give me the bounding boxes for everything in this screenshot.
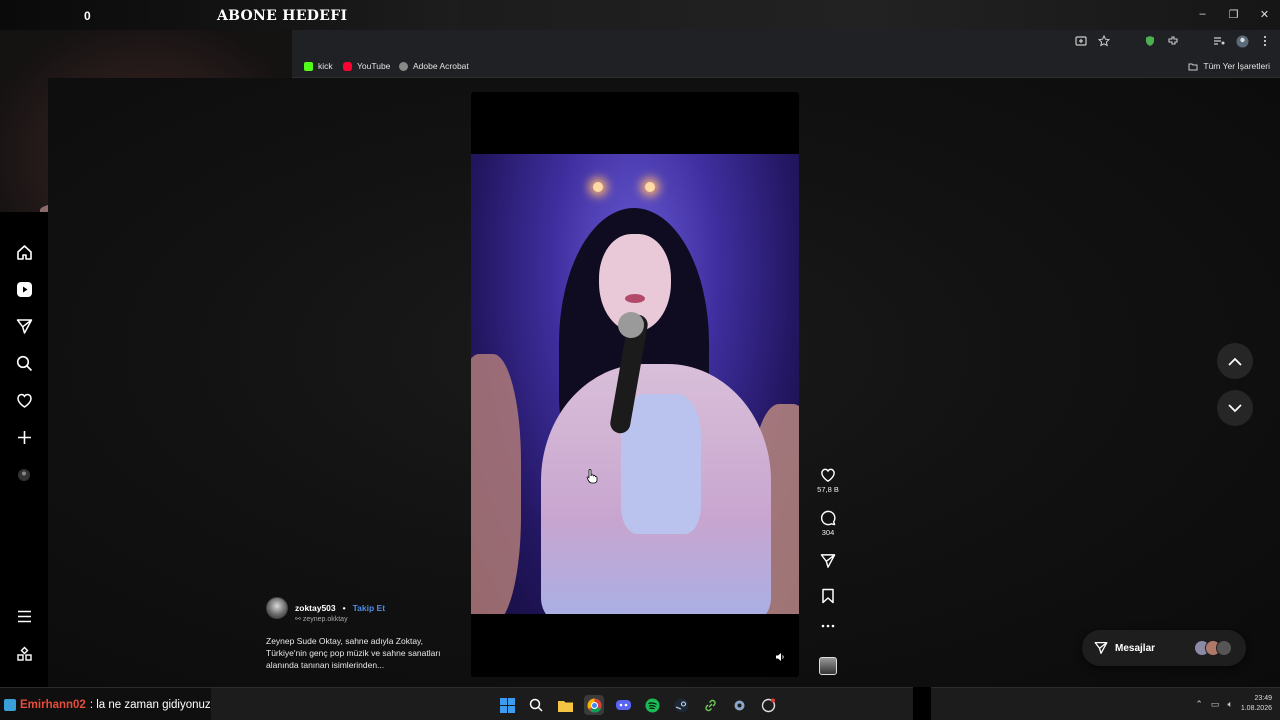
heart-icon[interactable] [14, 390, 34, 410]
profile-icon[interactable] [14, 465, 34, 485]
save-button[interactable] [813, 588, 843, 604]
bookmark-star-icon[interactable] [1097, 34, 1111, 48]
heart-icon [821, 468, 835, 482]
bookmark-adobe-acrobat[interactable]: Adobe Acrobat [399, 61, 469, 71]
plus-icon[interactable] [14, 427, 34, 447]
collab-username: zeynep.okktay [302, 616, 348, 623]
chevron-down-icon [1228, 403, 1242, 412]
chrome-icon[interactable] [584, 695, 604, 715]
messages-button[interactable]: Mesajlar [1082, 630, 1246, 666]
next-reel-button[interactable] [1217, 390, 1253, 426]
audio-thumbnail[interactable] [819, 657, 837, 675]
follow-button[interactable]: Takip Et [353, 603, 385, 613]
minimize-button[interactable]: – [1187, 0, 1218, 28]
bookmarks-bar: kick YouTube Adobe Acrobat Tüm Yer İşare… [292, 56, 1280, 78]
bookmark-icon [822, 588, 834, 604]
globe-icon [399, 61, 408, 71]
adblock-shield-icon[interactable] [1143, 34, 1157, 48]
hand-cursor-icon [586, 468, 598, 487]
reel-caption: zoktay503 • Takip Et ⚯ zeynep.okktay Zey… [266, 597, 462, 671]
browser-menu-icon[interactable] [1258, 34, 1272, 48]
volume-icon[interactable] [773, 650, 787, 664]
steam-icon[interactable] [671, 695, 691, 715]
more-icon [821, 624, 835, 628]
home-icon[interactable] [14, 242, 34, 262]
bookmark-kick[interactable]: kick [304, 61, 333, 71]
spotify-icon[interactable] [642, 695, 662, 715]
clock-time: 23:49 [1254, 695, 1272, 702]
menu-icon[interactable] [14, 606, 34, 626]
chat-text: : la ne zaman gidiyonuz [89, 698, 211, 711]
send-icon [820, 554, 836, 568]
message-avatars [1194, 640, 1232, 656]
file-explorer-icon[interactable] [555, 695, 575, 715]
search-icon[interactable] [526, 695, 546, 715]
send-icon [1094, 641, 1108, 655]
previous-reel-button[interactable] [1217, 343, 1253, 379]
link-app-icon[interactable] [700, 695, 720, 715]
screen: 0 ABONE HEDEFI – ❐ ✕ kick YouTube Adobe … [0, 0, 1280, 720]
browser-title-bar: – ❐ ✕ [458, 0, 1280, 30]
taskbar-divider [913, 687, 931, 720]
search-icon[interactable] [14, 353, 34, 373]
settings-app-icon[interactable] [729, 695, 749, 715]
tray-chevron-up-icon[interactable]: ⌃ [1195, 699, 1203, 710]
bookmark-youtube[interactable]: YouTube [343, 61, 390, 71]
media-control-icon[interactable] [1212, 34, 1226, 48]
comment-button[interactable]: 304 [813, 510, 843, 537]
all-bookmarks-button[interactable]: Tüm Yer İşaretleri [1188, 61, 1270, 71]
post-description[interactable]: Zeynep Sude Oktay, sahne adıyla Zoktay, … [266, 635, 462, 671]
reel-video[interactable] [471, 92, 799, 677]
person-icon: ⚯ [295, 616, 301, 623]
chevron-up-icon [1228, 357, 1242, 366]
restore-button[interactable]: ❐ [1218, 0, 1249, 28]
close-button[interactable]: ✕ [1249, 0, 1280, 28]
clock-date: 1.08.2026 [1240, 705, 1272, 712]
comment-icon [820, 510, 836, 526]
network-icon[interactable]: ▭ [1211, 699, 1220, 710]
taskbar-apps [497, 695, 778, 715]
install-app-icon[interactable] [1074, 34, 1088, 48]
bookmark-label: YouTube [357, 61, 391, 71]
stream-chat-message: Emirhann02 : la ne zaman gidiyonuz [0, 688, 211, 720]
goal-title: ABONE HEDEFI [217, 8, 348, 24]
extensions-icon[interactable] [1166, 34, 1180, 48]
video-frame [471, 154, 799, 614]
more-options-button[interactable] [813, 624, 843, 628]
comment-count: 304 [821, 528, 835, 537]
collab-user[interactable]: ⚯ zeynep.okktay [295, 615, 462, 623]
reels-icon[interactable] [14, 279, 34, 299]
goal-counter: 0 [84, 9, 91, 23]
like-count: 57,8 B [817, 485, 839, 494]
profile-avatar-icon[interactable] [1235, 34, 1249, 48]
system-tray: ⌃ ▭ 🔈︎ 23:49 1.08.2026 [1195, 694, 1272, 714]
window-controls: – ❐ ✕ [1187, 0, 1280, 30]
instagram-sidebar [0, 212, 48, 687]
post-username[interactable]: zoktay503 [295, 603, 336, 613]
chat-badge-icon [4, 698, 16, 711]
bookmark-label: Adobe Acrobat [413, 61, 469, 71]
kick-icon [304, 61, 313, 71]
chat-username: Emirhann02 [20, 698, 86, 711]
messages-label: Mesajlar [1115, 642, 1156, 654]
all-bookmarks-label: Tüm Yer İşaretleri [1203, 61, 1270, 71]
avatar[interactable] [266, 597, 288, 619]
browser-toolbar [292, 30, 1280, 56]
subscriber-goal-overlay: 0 ABONE HEDEFI [0, 0, 458, 30]
recorder-app-icon[interactable] [758, 695, 778, 715]
folder-icon [1188, 63, 1198, 70]
grid-icon[interactable] [14, 644, 34, 664]
separator: • [342, 603, 346, 613]
discord-icon[interactable] [613, 695, 633, 715]
like-button[interactable]: 57,8 B [813, 467, 843, 494]
bookmark-label: kick [318, 61, 333, 71]
volume-tray-icon[interactable]: 🔈︎ [1227, 699, 1232, 710]
youtube-icon [343, 61, 352, 71]
windows-taskbar: Emirhann02 : la ne zaman gidiyonuz ⌃ ▭ 🔈… [0, 687, 1280, 720]
clock[interactable]: 23:49 1.08.2026 [1241, 694, 1272, 714]
send-icon[interactable] [14, 316, 34, 336]
windows-start-icon[interactable] [497, 695, 517, 715]
share-button[interactable] [813, 553, 843, 569]
